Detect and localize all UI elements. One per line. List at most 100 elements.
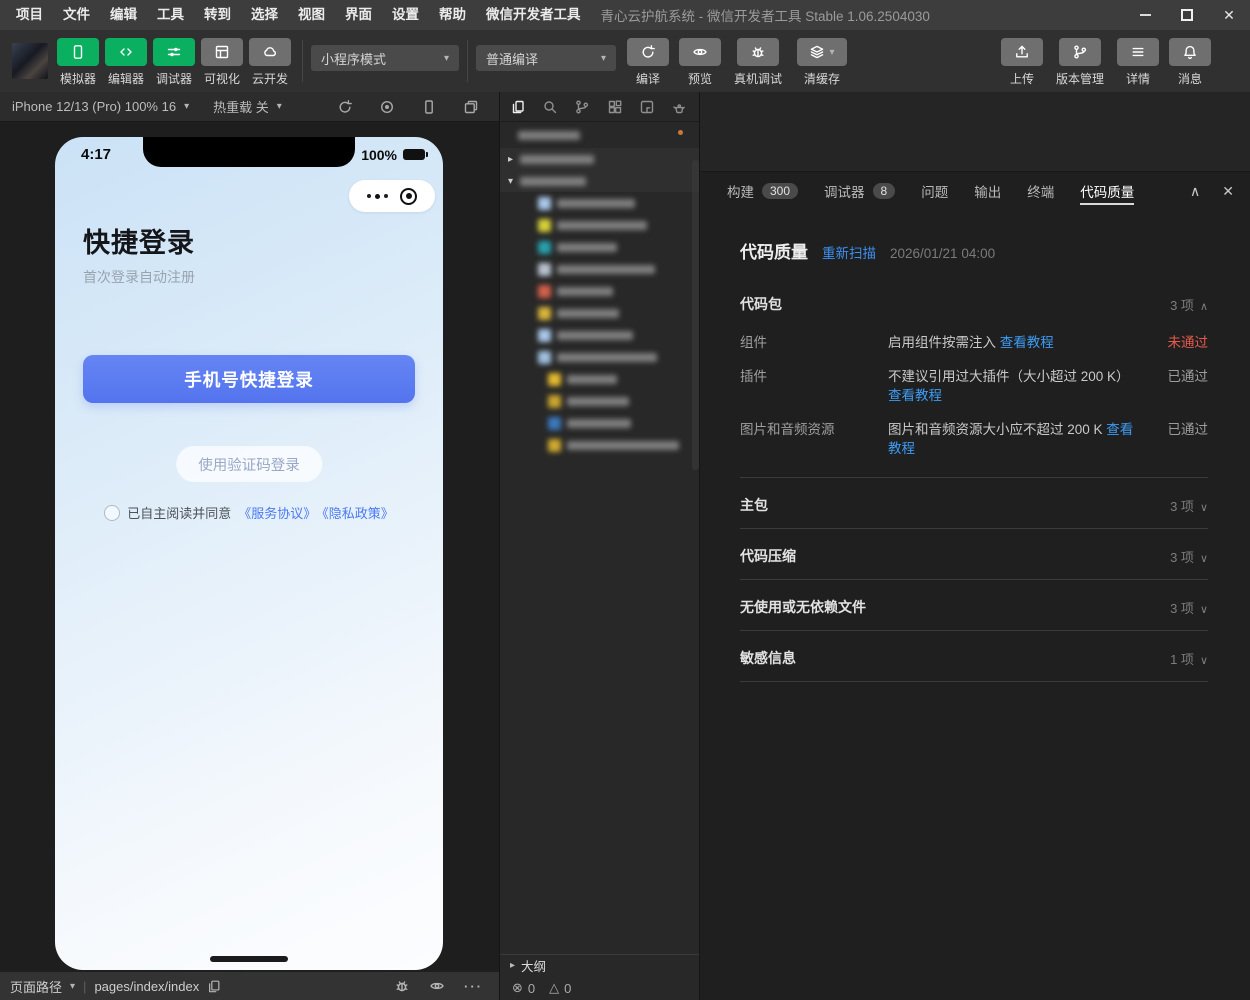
quality-group-header-main-package[interactable]: 主包 3 项 ∨ (740, 478, 1208, 528)
menu-item-1[interactable]: 文件 (53, 0, 100, 30)
outline-section[interactable]: ▸ 大纲 (500, 954, 699, 976)
simulator-button[interactable]: 模拟器 (54, 38, 102, 87)
tree-row[interactable] (500, 324, 699, 346)
close-panel-icon[interactable]: ✕ (1222, 183, 1234, 200)
redacted-text (538, 218, 647, 232)
view-tutorial-link[interactable]: 查看教程 (888, 388, 942, 403)
cloud-dev-button[interactable]: 云开发 (246, 38, 294, 87)
avatar[interactable] (12, 43, 48, 79)
visual-button[interactable]: 可视化 (198, 38, 246, 87)
quality-group-header-unused-files[interactable]: 无使用或无依赖文件 3 项 ∨ (740, 580, 1208, 630)
tab-output[interactable]: 输出 (974, 172, 1001, 210)
phone-login-button[interactable]: 手机号快捷登录 (83, 355, 415, 403)
footer-more-button[interactable]: ··· (464, 979, 483, 994)
maximize-button[interactable] (1166, 0, 1208, 30)
menu-item-3[interactable]: 工具 (147, 0, 194, 30)
tab-build[interactable]: 构建 300 (727, 172, 799, 210)
menu-item-8[interactable]: 设置 (382, 0, 429, 30)
more-icon[interactable] (367, 193, 388, 199)
menu-item-4[interactable]: 转到 (194, 0, 241, 30)
tree-row[interactable] (500, 302, 699, 324)
menu-item-0[interactable]: 项目 (6, 0, 53, 30)
exit-icon[interactable] (400, 187, 417, 205)
scrollbar[interactable] (692, 160, 699, 470)
footer-debug-button[interactable] (394, 978, 410, 994)
group-count: 3 项 ∨ (1170, 600, 1208, 616)
tree-row[interactable] (500, 122, 699, 148)
warning-count[interactable]: △ 0 (549, 980, 571, 996)
compile-button[interactable]: 编译 (622, 38, 674, 87)
collapse-panel-icon[interactable]: ∧ (1190, 183, 1200, 200)
version-button-label: 版本管理 (1055, 72, 1104, 86)
refresh-sim-button[interactable] (337, 99, 353, 115)
tab-terminal[interactable]: 终端 (1027, 172, 1054, 210)
quality-group-header-sensitive-info[interactable]: 敏感信息 1 项 ∨ (740, 631, 1208, 681)
tree-row[interactable] (500, 236, 699, 258)
error-count[interactable]: ⊗ 0 (512, 980, 535, 996)
view-tutorial-link[interactable]: 查看教程 (888, 422, 1133, 456)
tree-row[interactable] (500, 390, 699, 412)
agreement-link-1[interactable]: 《隐私政策》 (322, 506, 394, 521)
clear-cache-button[interactable]: ▾ 清缓存 (790, 38, 854, 87)
agreement-link-0[interactable]: 《服务协议》 (238, 506, 316, 521)
page-path-label[interactable]: 页面路径 (10, 977, 62, 996)
status-badge: 未通过 (1167, 335, 1209, 350)
widgets-icon[interactable] (607, 99, 623, 115)
preview-button[interactable]: 预览 (674, 38, 726, 87)
remote-debug-button[interactable]: 真机调试 (726, 38, 790, 87)
quality-row-component: 组件 启用组件按需注入 查看教程 未通过 (740, 333, 1208, 352)
message-button[interactable]: 消息 (1164, 38, 1216, 87)
rescan-link[interactable]: 重新扫描 (822, 242, 876, 262)
version-button[interactable]: 版本管理 (1048, 38, 1112, 87)
quality-group-header-code-package[interactable]: 代码包 3 项 ∧ (740, 277, 1208, 327)
footer-preview-button[interactable] (429, 978, 445, 994)
tree-row[interactable]: ▾ (500, 170, 699, 192)
multi-window-button[interactable] (463, 99, 479, 115)
tab-debugger[interactable]: 调试器 8 (824, 172, 896, 210)
search-icon[interactable] (542, 99, 558, 115)
tree-row[interactable] (500, 280, 699, 302)
explorer-files-icon[interactable] (510, 99, 526, 115)
tree-row[interactable] (500, 192, 699, 214)
outline-label: 大纲 (521, 960, 547, 974)
debugger-button[interactable]: 调试器 (150, 38, 198, 87)
menu-item-10[interactable]: 微信开发者工具 (476, 0, 591, 30)
tree-row[interactable] (500, 258, 699, 280)
view-tutorial-link[interactable]: 查看教程 (1000, 335, 1054, 350)
tree-row[interactable] (500, 434, 699, 456)
details-button[interactable]: 详情 (1112, 38, 1164, 87)
menu-item-7[interactable]: 界面 (335, 0, 382, 30)
tab-problems[interactable]: 问题 (921, 172, 948, 210)
tree-row[interactable] (500, 346, 699, 368)
quality-group-header-code-compression[interactable]: 代码压缩 3 项 ∨ (740, 529, 1208, 579)
source-control-icon[interactable] (574, 99, 590, 115)
menu-item-9[interactable]: 帮助 (429, 0, 476, 30)
npm-icon[interactable] (639, 99, 655, 115)
copy-icon[interactable] (207, 979, 221, 993)
compile-mode-dropdown[interactable]: 普通编译 ▾ (476, 45, 616, 71)
menu-item-6[interactable]: 视图 (288, 0, 335, 30)
redacted-text (508, 130, 580, 140)
sms-login-button[interactable]: 使用验证码登录 (176, 446, 322, 482)
tree-row[interactable] (500, 214, 699, 236)
redacted-text (548, 394, 629, 408)
device-frame-button[interactable] (421, 99, 437, 115)
minimize-button[interactable] (1124, 0, 1166, 30)
close-button[interactable]: ✕ (1208, 0, 1250, 30)
tree-row[interactable] (500, 368, 699, 390)
theme-icon[interactable] (671, 99, 687, 115)
tab-code-quality[interactable]: 代码质量 (1080, 172, 1135, 210)
appmode-dropdown[interactable]: 小程序模式 ▾ (311, 45, 459, 71)
miniprogram-capsule[interactable] (349, 180, 435, 212)
upload-button-label: 上传 (1009, 72, 1034, 86)
agreement-checkbox[interactable] (104, 504, 121, 521)
device-selector[interactable]: iPhone 12/13 (Pro) 100% 16 ▾ (12, 99, 189, 114)
record-button[interactable] (379, 99, 395, 115)
hot-reload-toggle[interactable]: 热重载 关 ▾ (213, 97, 282, 116)
menu-item-5[interactable]: 选择 (241, 0, 288, 30)
tree-row[interactable] (500, 412, 699, 434)
tree-row[interactable]: ▸ (500, 148, 699, 170)
editor-button[interactable]: 编辑器 (102, 38, 150, 87)
menu-item-2[interactable]: 编辑 (100, 0, 147, 30)
upload-button[interactable]: 上传 (996, 38, 1048, 87)
